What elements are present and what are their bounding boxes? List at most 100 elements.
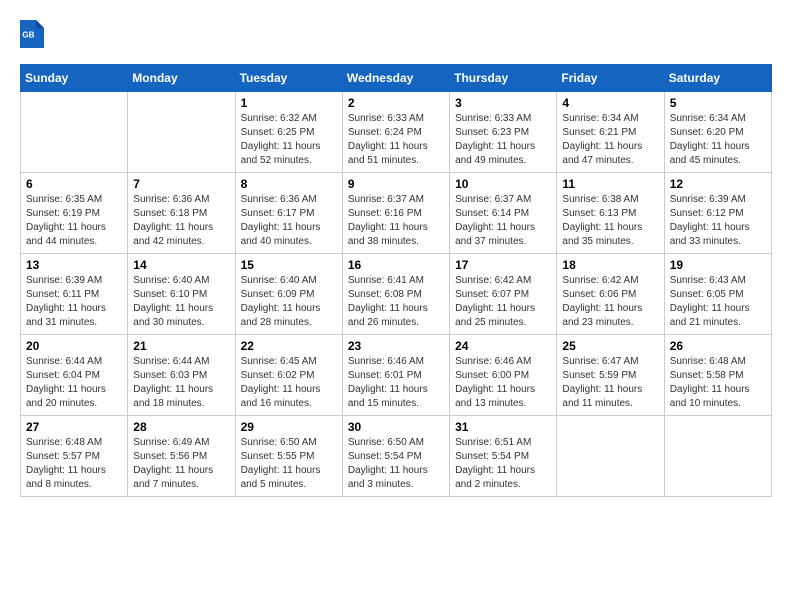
calendar-cell [557,416,664,497]
logo: GB [20,20,48,48]
calendar-cell: 14Sunrise: 6:40 AM Sunset: 6:10 PM Dayli… [128,254,235,335]
day-info: Sunrise: 6:42 AM Sunset: 6:06 PM Dayligh… [562,274,658,330]
calendar-week-4: 20Sunrise: 6:44 AM Sunset: 6:04 PM Dayli… [21,335,772,416]
day-number: 8 [241,177,337,191]
day-info: Sunrise: 6:47 AM Sunset: 5:59 PM Dayligh… [562,355,658,411]
day-number: 4 [562,96,658,110]
day-number: 11 [562,177,658,191]
calendar-cell: 13 Sunrise: 6:39 AM Sunset: 6:11 PM Dayli… [21,254,128,335]
calendar-cell [21,92,128,173]
day-number: 19 [670,258,766,272]
calendar-cell: 15 Sunrise: 6:40 AM Sunset: 6:09 PM Dayli… [235,254,342,335]
day-info: Sunrise: 6:37 AM Sunset: 6:14 PM Dayligh… [455,193,551,249]
calendar-cell: 5 Sunrise: 6:34 AM Sunset: 6:20 PM Daylig… [664,92,771,173]
calendar-cell: 11 Sunrise: 6:38 AM Sunset: 6:13 PM Dayli… [557,173,664,254]
calendar-cell [128,92,235,173]
calendar-cell: 27 Sunrise: 6:48 AM Sunset: 5:57 PM Dayli… [21,416,128,497]
calendar-cell: 30 Sunrise: 6:50 AM Sunset: 5:54 PM Dayli… [342,416,449,497]
svg-text:GB: GB [22,31,34,40]
day-number: 16 [348,258,444,272]
calendar-cell: 28 Sunrise: 6:49 AM Sunset: 5:56 PM Dayli… [128,416,235,497]
calendar-cell: 2 Sunrise: 6:33 AM Sunset: 6:24 PM Daylig… [342,92,449,173]
day-number: 28 [133,420,229,434]
day-info: Sunrise: 6:40 AM Sunset: 6:09 PM Dayligh… [241,274,337,330]
day-number: 7 [133,177,229,191]
day-number: 31 [455,420,551,434]
day-info: Sunrise: 6:33 AM Sunset: 6:24 PM Dayligh… [348,112,444,168]
calendar-cell: 25 Sunrise: 6:47 AM Sunset: 5:59 PM Dayli… [557,335,664,416]
calendar-cell: 17 Sunrise: 6:42 AM Sunset: 6:07 PM Dayli… [450,254,557,335]
day-info: Sunrise: 6:42 AM Sunset: 6:07 PM Dayligh… [455,274,551,330]
calendar-week-5: 27 Sunrise: 6:48 AM Sunset: 5:57 PM Dayli… [21,416,772,497]
day-info: Sunrise: 6:40 AM Sunset: 6:10 PM Dayligh… [133,274,229,330]
day-number: 12 [670,177,766,191]
calendar-cell: 24Sunrise: 6:46 AM Sunset: 6:00 PM Dayli… [450,335,557,416]
day-number: 29 [241,420,337,434]
calendar-header-wednesday: Wednesday [342,65,449,92]
calendar-cell: 29 Sunrise: 6:50 AM Sunset: 5:55 PM Dayli… [235,416,342,497]
day-number: 10 [455,177,551,191]
calendar-header-tuesday: Tuesday [235,65,342,92]
day-info: Sunrise: 6:36 AM Sunset: 6:18 PM Dayligh… [133,193,229,249]
calendar-cell: 8Sunrise: 6:36 AM Sunset: 6:17 PM Daylig… [235,173,342,254]
day-number: 9 [348,177,444,191]
day-info: Sunrise: 6:51 AM Sunset: 5:54 PM Dayligh… [455,436,551,492]
day-number: 13 [26,258,122,272]
day-number: 5 [670,96,766,110]
calendar-week-2: 6 Sunrise: 6:35 AM Sunset: 6:19 PM Daylig… [21,173,772,254]
day-info: Sunrise: 6:48 AM Sunset: 5:57 PM Dayligh… [26,436,122,492]
day-info: Sunrise: 6:34 AM Sunset: 6:21 PM Dayligh… [562,112,658,168]
calendar-cell: 20Sunrise: 6:44 AM Sunset: 6:04 PM Dayli… [21,335,128,416]
day-info: Sunrise: 6:38 AM Sunset: 6:13 PM Dayligh… [562,193,658,249]
day-info: Sunrise: 6:39 AM Sunset: 6:11 PM Dayligh… [26,274,122,330]
day-info: Sunrise: 6:33 AM Sunset: 6:23 PM Dayligh… [455,112,551,168]
day-number: 30 [348,420,444,434]
day-number: 17 [455,258,551,272]
calendar-cell: 23 Sunrise: 6:46 AM Sunset: 6:01 PM Dayli… [342,335,449,416]
day-number: 18 [562,258,658,272]
day-number: 27 [26,420,122,434]
day-info: Sunrise: 6:43 AM Sunset: 6:05 PM Dayligh… [670,274,766,330]
day-number: 23 [348,339,444,353]
calendar-header-sunday: Sunday [21,65,128,92]
calendar-cell: 3 Sunrise: 6:33 AM Sunset: 6:23 PM Daylig… [450,92,557,173]
calendar-cell: 10 Sunrise: 6:37 AM Sunset: 6:14 PM Dayli… [450,173,557,254]
day-number: 21 [133,339,229,353]
day-info: Sunrise: 6:48 AM Sunset: 5:58 PM Dayligh… [670,355,766,411]
day-info: Sunrise: 6:45 AM Sunset: 6:02 PM Dayligh… [241,355,337,411]
day-info: Sunrise: 6:32 AM Sunset: 6:25 PM Dayligh… [241,112,337,168]
calendar-header-friday: Friday [557,65,664,92]
calendar-cell: 16 Sunrise: 6:41 AM Sunset: 6:08 PM Dayli… [342,254,449,335]
calendar-cell: 6 Sunrise: 6:35 AM Sunset: 6:19 PM Daylig… [21,173,128,254]
logo-icon: GB [20,20,44,48]
day-info: Sunrise: 6:37 AM Sunset: 6:16 PM Dayligh… [348,193,444,249]
calendar-header-saturday: Saturday [664,65,771,92]
day-number: 2 [348,96,444,110]
calendar-cell [664,416,771,497]
calendar-week-3: 13 Sunrise: 6:39 AM Sunset: 6:11 PM Dayli… [21,254,772,335]
day-info: Sunrise: 6:50 AM Sunset: 5:54 PM Dayligh… [348,436,444,492]
calendar-cell: 9 Sunrise: 6:37 AM Sunset: 6:16 PM Daylig… [342,173,449,254]
calendar-cell: 21Sunrise: 6:44 AM Sunset: 6:03 PM Dayli… [128,335,235,416]
day-number: 6 [26,177,122,191]
calendar-table: SundayMondayTuesdayWednesdayThursdayFrid… [20,64,772,497]
day-number: 24 [455,339,551,353]
day-number: 3 [455,96,551,110]
calendar-cell: 22 Sunrise: 6:45 AM Sunset: 6:02 PM Dayli… [235,335,342,416]
calendar-cell: 18 Sunrise: 6:42 AM Sunset: 6:06 PM Dayli… [557,254,664,335]
day-number: 15 [241,258,337,272]
day-info: Sunrise: 6:35 AM Sunset: 6:19 PM Dayligh… [26,193,122,249]
day-info: Sunrise: 6:49 AM Sunset: 5:56 PM Dayligh… [133,436,229,492]
calendar-cell: 26 Sunrise: 6:48 AM Sunset: 5:58 PM Dayli… [664,335,771,416]
day-number: 25 [562,339,658,353]
day-info: Sunrise: 6:46 AM Sunset: 6:01 PM Dayligh… [348,355,444,411]
calendar-header-thursday: Thursday [450,65,557,92]
day-info: Sunrise: 6:50 AM Sunset: 5:55 PM Dayligh… [241,436,337,492]
calendar-cell: 7 Sunrise: 6:36 AM Sunset: 6:18 PM Daylig… [128,173,235,254]
day-number: 26 [670,339,766,353]
calendar-header-monday: Monday [128,65,235,92]
day-number: 22 [241,339,337,353]
day-info: Sunrise: 6:41 AM Sunset: 6:08 PM Dayligh… [348,274,444,330]
day-info: Sunrise: 6:34 AM Sunset: 6:20 PM Dayligh… [670,112,766,168]
day-number: 1 [241,96,337,110]
